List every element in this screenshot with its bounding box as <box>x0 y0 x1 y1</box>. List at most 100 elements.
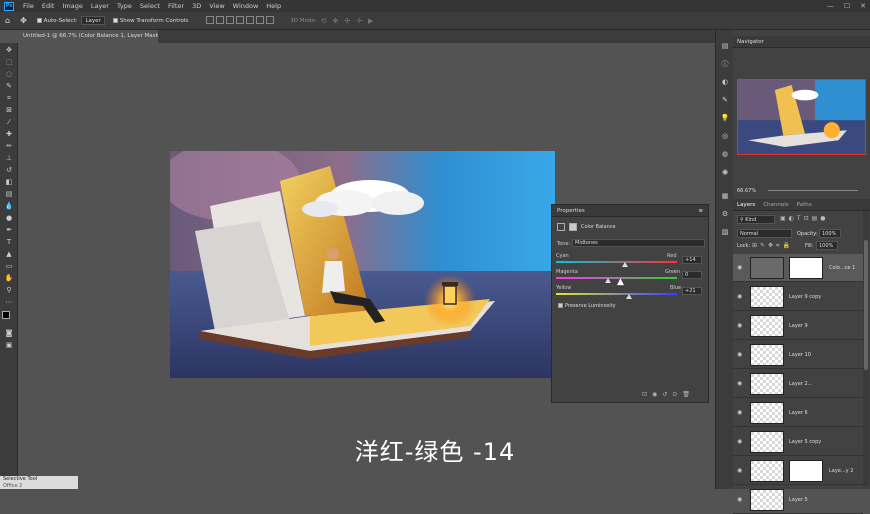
swatches-icon[interactable]: ◎ <box>720 132 730 141</box>
visibility-eye-icon[interactable]: ◉ <box>737 293 742 300</box>
tab-channels[interactable]: Channels <box>763 202 788 208</box>
menu-help[interactable]: Help <box>262 2 285 10</box>
screen-mode-icon[interactable]: ▣ <box>4 341 14 349</box>
properties-icon[interactable]: ⚙ <box>720 210 730 219</box>
yellow-blue-slider[interactable] <box>556 293 677 295</box>
info-icon[interactable]: ⓘ <box>720 60 730 69</box>
panel-menu-icon[interactable]: ≡ <box>698 205 703 216</box>
visibility-eye-icon[interactable]: ◉ <box>737 264 742 271</box>
zoom-tool-icon[interactable]: ⚲ <box>4 286 14 294</box>
cyan-red-slider[interactable] <box>556 261 677 263</box>
layer-name[interactable]: Layer 2... <box>789 381 812 387</box>
layer-row[interactable]: ◉ Layer 6 <box>733 399 863 427</box>
opacity-field[interactable]: 100% <box>819 229 841 238</box>
selective-tool-window[interactable]: Selective Tool Office 2 <box>0 476 78 489</box>
foreground-color-swatch[interactable] <box>2 311 14 323</box>
menu-view[interactable]: View <box>205 2 228 10</box>
preserve-luminosity-checkbox[interactable]: Preserve Luminosity <box>558 303 616 309</box>
brush-tool-icon[interactable]: ✏ <box>4 142 14 150</box>
minimize-button[interactable]: — <box>827 2 834 10</box>
visibility-eye-icon[interactable]: ◉ <box>737 409 742 416</box>
lightbulb-icon[interactable]: 💡 <box>720 114 730 123</box>
healing-tool-icon[interactable]: ✚ <box>4 130 14 138</box>
menu-layer[interactable]: Layer <box>87 2 113 10</box>
lock-icons[interactable]: ⊞✎✥⌗🔒 <box>752 242 793 250</box>
layer-name[interactable]: Layer 6 <box>789 410 808 416</box>
visibility-eye-icon[interactable]: ◉ <box>737 438 742 445</box>
history-brush-icon[interactable]: ↺ <box>4 166 14 174</box>
maximize-button[interactable]: ☐ <box>844 2 850 10</box>
filter-icons[interactable]: ▣◐T⊡▤● <box>780 215 829 222</box>
menu-window[interactable]: Window <box>229 2 263 10</box>
paths-icon[interactable]: ▧ <box>720 228 730 237</box>
layers-scrollbar-thumb[interactable] <box>864 240 868 370</box>
visibility-eye-icon[interactable]: ◉ <box>737 322 742 329</box>
styles-icon[interactable]: ◍ <box>720 150 730 159</box>
properties-footer-icons[interactable]: ⊡◉↺⊙🗑 <box>642 391 695 398</box>
move-tool-icon[interactable]: ✥ <box>4 46 14 54</box>
pen-tool-icon[interactable]: ✒ <box>4 226 14 234</box>
canvas-image[interactable] <box>170 151 555 378</box>
visibility-eye-icon[interactable]: ◉ <box>737 380 742 387</box>
tone-dropdown[interactable]: Midtones <box>572 239 705 247</box>
layer-name[interactable]: Colo...ce 1 <box>829 265 855 271</box>
filter-kind-dropdown[interactable]: ⚲ Kind <box>737 215 775 224</box>
menu-image[interactable]: Image <box>58 2 86 10</box>
auto-select-checkbox[interactable]: Auto-Select: <box>36 17 77 24</box>
shape-tool-icon[interactable]: ▭ <box>4 262 14 270</box>
adjustments-icon[interactable]: ◉ <box>720 168 730 177</box>
frame-tool-icon[interactable]: ⊠ <box>4 106 14 114</box>
fill-field[interactable]: 100% <box>816 241 838 250</box>
menu-type[interactable]: Type <box>113 2 136 10</box>
hand-tool-icon[interactable]: ✋ <box>4 274 14 282</box>
quick-mask-icon[interactable]: ◙ <box>4 329 14 337</box>
mask-icon[interactable] <box>569 223 577 231</box>
menu-file[interactable]: File <box>19 2 38 10</box>
cyan-red-slider-knob[interactable] <box>621 262 628 267</box>
close-button[interactable]: ✕ <box>860 2 866 10</box>
navigator-thumbnail[interactable] <box>737 79 866 155</box>
menu-edit[interactable]: Edit <box>38 2 59 10</box>
history-icon[interactable]: ▤ <box>720 42 730 51</box>
blend-mode-dropdown[interactable]: Normal <box>737 229 792 238</box>
layer-row[interactable]: ◉ Layer 5 copy <box>733 428 863 456</box>
layer-row[interactable]: ◉ Laye...y 2 <box>733 457 863 485</box>
layer-row[interactable]: ◉ Colo...ce 1 <box>733 254 863 282</box>
type-tool-icon[interactable]: T <box>4 238 14 246</box>
blur-tool-icon[interactable]: 💧 <box>4 202 14 210</box>
document-tab[interactable]: Untitled-1 @ 66.7% (Color Balance 1, Lay… <box>18 30 158 43</box>
layer-mask-thumbnail[interactable] <box>789 257 823 279</box>
layer-name[interactable]: Layer 5 copy <box>789 439 821 445</box>
align-icons[interactable] <box>206 15 276 26</box>
layers-icon[interactable]: ▦ <box>720 192 730 201</box>
yellow-blue-slider-knob[interactable] <box>626 294 633 299</box>
marquee-tool-icon[interactable]: ⬚ <box>4 58 14 66</box>
layer-row[interactable]: ◉ Layer 9 <box>733 312 863 340</box>
visibility-eye-icon[interactable]: ◉ <box>737 496 742 503</box>
tab-layers[interactable]: Layers <box>737 202 755 208</box>
layer-row[interactable]: ◉ Layer 9 copy <box>733 283 863 311</box>
menu-filter[interactable]: Filter <box>164 2 188 10</box>
quick-select-tool-icon[interactable]: ✎ <box>4 82 14 90</box>
zoom-slider[interactable] <box>768 190 858 191</box>
dodge-tool-icon[interactable]: ● <box>4 214 14 222</box>
magenta-green-slider-knob[interactable] <box>605 278 612 283</box>
move-tool-icon[interactable]: ✥ <box>20 16 27 25</box>
gradient-tool-icon[interactable]: ▤ <box>4 190 14 198</box>
lasso-tool-icon[interactable]: ◌ <box>4 70 14 78</box>
layer-mask-thumbnail[interactable] <box>789 460 823 482</box>
eraser-tool-icon[interactable]: ◧ <box>4 178 14 186</box>
zoom-value[interactable]: 66.67% <box>737 188 756 194</box>
layer-name[interactable]: Layer 10 <box>789 352 811 358</box>
menu-select[interactable]: Select <box>136 2 164 10</box>
3d-mode-icons[interactable]: ⟲✥✣✢▶ <box>321 17 380 25</box>
layer-row[interactable]: ◉ Layer 10 <box>733 341 863 369</box>
color-icon[interactable]: ◐ <box>720 78 730 87</box>
layer-name[interactable]: Laye...y 2 <box>829 468 853 474</box>
eyedropper-tool-icon[interactable]: ⁄ <box>4 118 14 126</box>
tab-paths[interactable]: Paths <box>797 202 812 208</box>
brush-settings-icon[interactable]: ✎ <box>720 96 730 105</box>
visibility-eye-icon[interactable]: ◉ <box>737 467 742 474</box>
layer-name[interactable]: Layer 9 copy <box>789 294 821 300</box>
layer-name[interactable]: Layer 9 <box>789 323 808 329</box>
